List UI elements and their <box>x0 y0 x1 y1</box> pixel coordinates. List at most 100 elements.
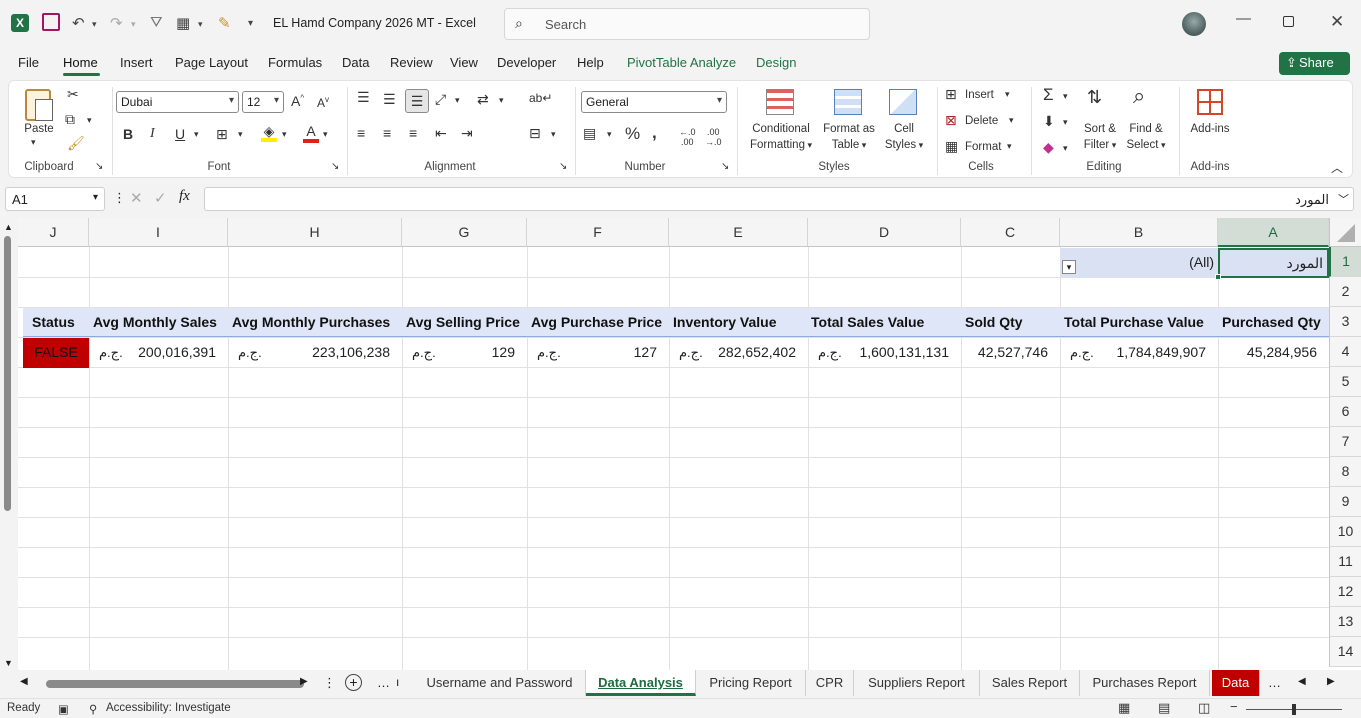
row-header-8[interactable]: 8 <box>1329 457 1361 487</box>
add-sheet-icon[interactable]: + <box>345 674 362 691</box>
font-size-select[interactable]: 12 ▾ <box>242 91 284 113</box>
decrease-decimal-icon[interactable]: .00 →.0 <box>705 127 722 147</box>
zoom-slider-thumb[interactable] <box>1292 704 1296 715</box>
filter-field-cell[interactable]: المورد <box>1218 248 1329 278</box>
orientation-icon[interactable]: ⤢ <box>435 91 446 108</box>
conditional-formatting-icon[interactable] <box>766 89 794 115</box>
text-direction-dropdown-icon[interactable]: ▾ <box>499 95 504 106</box>
text-direction-icon[interactable]: ⇄ <box>477 91 489 108</box>
sheet-tab-data-analysis[interactable]: Data Analysis <box>586 670 696 696</box>
number-launcher-icon[interactable]: ↘ <box>721 161 729 172</box>
header-avg-purchase-price[interactable]: Avg Purchase Price <box>527 308 669 338</box>
header-total-sales-value[interactable]: Total Sales Value <box>808 308 961 338</box>
italic-icon[interactable]: I <box>150 126 155 142</box>
value-total-sales-value[interactable]: ج.م. 1,600,131,131 <box>808 338 961 368</box>
more-options-icon[interactable]: ⋮ <box>113 190 126 206</box>
value-inventory-value[interactable]: ج.م. 282,652,402 <box>669 338 808 368</box>
number-format-select[interactable]: General ▾ <box>581 91 727 113</box>
column-header-j[interactable]: J <box>18 218 89 247</box>
tab-pivottable-analyze[interactable]: PivotTable Analyze <box>627 55 736 70</box>
format-cells-icon[interactable]: ▦ <box>945 138 958 155</box>
sheet-tab-purchases-report[interactable]: Purchases Report <box>1080 670 1210 696</box>
value-sold-qty[interactable]: 42,527,746 <box>961 338 1060 368</box>
fill-handle[interactable] <box>1215 274 1221 280</box>
clear-icon[interactable]: ◆ <box>1043 139 1054 156</box>
underline-icon[interactable]: U <box>175 126 185 142</box>
value-avg-purchase-price[interactable]: ج.م. 127 <box>527 338 669 368</box>
row-header-4[interactable]: 4 <box>1329 337 1361 367</box>
increase-font-icon[interactable]: A^ <box>291 93 304 109</box>
sheet-tab-cpr[interactable]: CPR <box>806 670 854 696</box>
accessibility-status[interactable]: Accessibility: Investigate <box>106 702 231 714</box>
redo-icon[interactable]: ↷ <box>110 14 123 32</box>
copy-dropdown-icon[interactable]: ▾ <box>87 115 92 126</box>
name-box[interactable]: A1 ▾ <box>5 187 105 211</box>
pivot-icon[interactable]: ▦ <box>176 14 190 32</box>
autosum-icon[interactable]: Σ <box>1043 85 1054 105</box>
fill-color-dropdown-icon[interactable]: ▾ <box>282 129 287 140</box>
column-header-e[interactable]: E <box>669 218 808 247</box>
row-header-11[interactable]: 11 <box>1329 547 1361 577</box>
paste-label[interactable]: Paste <box>21 121 57 137</box>
delete-cells-icon[interactable]: ⊠ <box>945 112 957 129</box>
prev-sheet-icon[interactable]: ◀ <box>1298 676 1306 687</box>
header-status[interactable]: Status <box>28 308 89 338</box>
tab-design[interactable]: Design <box>756 55 796 70</box>
accounting-format-icon[interactable]: ▤ <box>583 125 596 142</box>
font-name-select[interactable]: Dubai ▾ <box>116 91 239 113</box>
merge-dropdown-icon[interactable]: ▾ <box>551 129 556 140</box>
insert-cells-icon[interactable]: ⊞ <box>945 86 957 103</box>
sheet-tab-username-and-password[interactable]: Username and Password <box>414 670 586 696</box>
scroll-thumb[interactable] <box>4 236 11 511</box>
merge-center-icon[interactable]: ⊟ <box>529 125 541 142</box>
underline-dropdown-icon[interactable]: ▾ <box>194 129 199 140</box>
filter-dropdown-icon[interactable]: ▾ <box>1062 260 1076 274</box>
value-status[interactable]: FALSE <box>23 338 89 368</box>
collapse-ribbon-icon[interactable]: ︿ <box>1331 159 1343 176</box>
value-total-purchase-value[interactable]: ج.م. 1,784,849,907 <box>1060 338 1218 368</box>
insert-cells-label[interactable]: Insert <box>965 87 994 103</box>
header-total-purchase-value[interactable]: Total Purchase Value <box>1060 308 1218 338</box>
add-ins-label[interactable]: Add-ins <box>1185 121 1235 137</box>
tab-file[interactable]: File <box>18 55 39 70</box>
formula-input[interactable]: المورد ﹀ <box>204 187 1354 211</box>
row-header-12[interactable]: 12 <box>1329 577 1361 607</box>
column-header-f[interactable]: F <box>527 218 669 247</box>
normal-view-icon[interactable]: ▦ <box>1118 700 1130 716</box>
decrease-indent-icon[interactable]: ⇤ <box>435 125 447 142</box>
macro-record-icon[interactable]: ▣ <box>58 702 69 716</box>
zoom-out-icon[interactable]: − <box>1230 699 1238 714</box>
tab-help[interactable]: Help <box>577 55 604 70</box>
align-right-icon[interactable]: ≡ <box>409 125 417 141</box>
font-color-dropdown-icon[interactable]: ▾ <box>323 129 328 140</box>
row-header-7[interactable]: 7 <box>1329 427 1361 457</box>
spreadsheet-grid[interactable]: ▲ ▼ J I H G F E D C B A 1 2 3 4 5 6 7 8 … <box>0 218 1361 670</box>
value-avg-monthly-sales[interactable]: ج.م. 200,016,391 <box>89 338 228 368</box>
decrease-font-icon[interactable]: Av <box>317 95 329 110</box>
tab-formulas[interactable]: Formulas <box>268 55 322 70</box>
restore-icon[interactable] <box>1283 16 1294 27</box>
format-painter-icon[interactable]: 🖌 <box>67 135 85 152</box>
more-tabs-icon[interactable]: … <box>1268 675 1281 690</box>
customize-qat-icon[interactable]: ▾ <box>248 18 253 29</box>
more-sheets-icon[interactable]: … <box>377 675 390 690</box>
cancel-entry-icon[interactable]: ✕ <box>130 189 143 207</box>
value-avg-selling-price[interactable]: ج.م. 129 <box>402 338 527 368</box>
find-select-icon[interactable]: ⌕ <box>1133 83 1145 109</box>
save-icon[interactable] <box>42 13 60 31</box>
avatar[interactable] <box>1182 12 1206 36</box>
tab-data[interactable]: Data <box>342 55 369 70</box>
column-header-a[interactable]: A <box>1218 218 1329 247</box>
value-purchased-qty[interactable]: 45,284,956 <box>1218 338 1329 368</box>
format-as-table-icon[interactable] <box>834 89 862 115</box>
horizontal-scrollbar[interactable] <box>46 680 304 688</box>
scroll-up-icon[interactable]: ▲ <box>4 222 13 232</box>
cell-styles-label[interactable]: Cell Styles ▾ <box>879 121 929 153</box>
format-painter-icon[interactable]: ✎ <box>218 14 231 32</box>
align-center-icon[interactable]: ≡ <box>383 125 391 141</box>
font-launcher-icon[interactable]: ↘ <box>331 161 339 172</box>
fill-dropdown-icon[interactable]: ▾ <box>1063 117 1068 128</box>
column-header-i[interactable]: I <box>89 218 228 247</box>
borders-dropdown-icon[interactable]: ▾ <box>238 129 243 140</box>
value-avg-monthly-purchases[interactable]: ج.م. 223,106,238 <box>228 338 402 368</box>
